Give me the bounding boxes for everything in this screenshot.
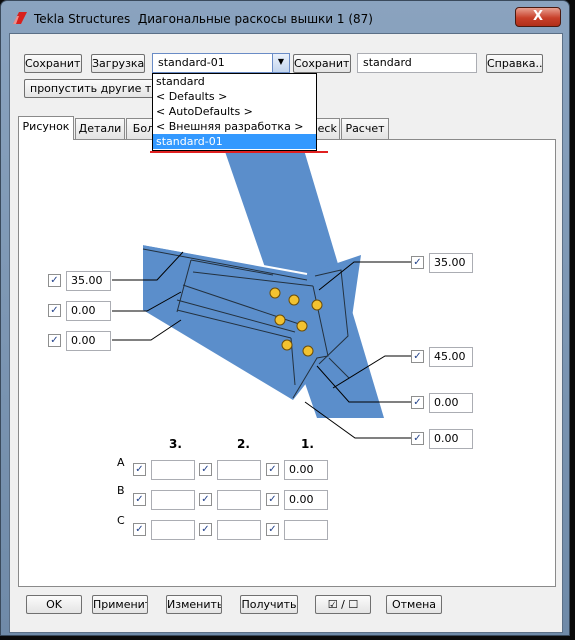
left-value-1-field[interactable]: 35.00 bbox=[66, 271, 111, 291]
load-button[interactable]: Загрузка bbox=[91, 54, 145, 73]
grid-checkbox[interactable]: ✓ bbox=[199, 493, 212, 506]
window-title: Tekla Structures Диагональные раскосы вы… bbox=[34, 12, 373, 26]
left-value-3-checkbox[interactable]: ✓ bbox=[48, 334, 61, 347]
get-button[interactable]: Получить bbox=[240, 595, 298, 614]
column-header-1: 1. bbox=[301, 437, 314, 451]
preset-combo-value: standard-01 bbox=[158, 56, 225, 69]
grid-field-c2[interactable] bbox=[217, 520, 261, 540]
dialog-window: Tekla Structures Диагональные раскосы вы… bbox=[0, 0, 570, 636]
grid-field-a3[interactable] bbox=[151, 460, 195, 480]
right-value-4-checkbox[interactable]: ✓ bbox=[411, 432, 424, 445]
row-label-b: B bbox=[117, 484, 125, 497]
grid-checkbox[interactable]: ✓ bbox=[133, 523, 146, 536]
grid-checkbox[interactable]: ✓ bbox=[266, 463, 279, 476]
grid-field-b1[interactable]: 0.00 bbox=[284, 490, 328, 510]
save-as-name-field[interactable]: standard bbox=[357, 53, 477, 73]
title-bar[interactable]: Tekla Structures Диагональные раскосы вы… bbox=[1, 1, 569, 33]
grid-checkbox[interactable]: ✓ bbox=[133, 493, 146, 506]
grid-checkbox[interactable]: ✓ bbox=[266, 523, 279, 536]
dropdown-item[interactable]: standard bbox=[153, 74, 316, 89]
help-button[interactable]: Справка... bbox=[486, 54, 543, 73]
tab-calculation[interactable]: Расчет bbox=[341, 118, 389, 139]
grid-checkbox[interactable]: ✓ bbox=[199, 463, 212, 476]
dropdown-item[interactable]: < Defaults > bbox=[153, 89, 316, 104]
grid-field-b2[interactable] bbox=[217, 490, 261, 510]
grid-checkbox[interactable]: ✓ bbox=[266, 493, 279, 506]
preset-combo[interactable]: standard-01 ▼ bbox=[152, 53, 290, 73]
dialog-title: Диагональные раскосы вышки 1 (87) bbox=[137, 12, 373, 26]
dialog-client: Сохранить Загрузка standard-01 ▼ Сохрани… bbox=[9, 33, 563, 633]
grid-field-b3[interactable] bbox=[151, 490, 195, 510]
toggle-all-checkboxes-button[interactable]: ☑ / ☐ bbox=[315, 595, 371, 614]
save-as-button[interactable]: Сохранить как bbox=[293, 54, 351, 73]
grid-checkbox[interactable]: ✓ bbox=[133, 463, 146, 476]
tab-parts[interactable]: Детали bbox=[75, 118, 125, 139]
dropdown-item[interactable]: < Внешняя разработка > bbox=[153, 119, 316, 134]
cancel-button[interactable]: Отмена bbox=[386, 595, 442, 614]
app-name: Tekla Structures bbox=[34, 12, 131, 26]
right-value-4-field[interactable]: 0.00 bbox=[429, 429, 473, 449]
right-value-1-checkbox[interactable]: ✓ bbox=[411, 256, 424, 269]
tekla-logo-icon bbox=[13, 12, 27, 24]
row-label-a: A bbox=[117, 456, 125, 469]
modify-button[interactable]: Изменить bbox=[166, 595, 222, 614]
right-value-3-checkbox[interactable]: ✓ bbox=[411, 396, 424, 409]
picture-tab-panel: ✓ 35.00 ✓ 0.00 ✓ 0.00 ✓ 35.00 ✓ 45.00 ✓ … bbox=[18, 139, 556, 587]
column-header-3: 3. bbox=[169, 437, 182, 451]
apply-button[interactable]: Применить bbox=[92, 595, 148, 614]
tab-picture[interactable]: Рисунок bbox=[18, 116, 74, 140]
grid-field-a2[interactable] bbox=[217, 460, 261, 480]
left-value-1-checkbox[interactable]: ✓ bbox=[48, 274, 61, 287]
grid-field-c1[interactable] bbox=[284, 520, 328, 540]
grid-field-c3[interactable] bbox=[151, 520, 195, 540]
save-button[interactable]: Сохранить bbox=[24, 54, 82, 73]
right-value-3-field[interactable]: 0.00 bbox=[429, 393, 473, 413]
row-label-c: C bbox=[117, 514, 125, 527]
right-value-1-field[interactable]: 35.00 bbox=[429, 253, 473, 273]
ok-button[interactable]: OK bbox=[26, 595, 82, 614]
left-value-3-field[interactable]: 0.00 bbox=[66, 331, 111, 351]
annotation-underline bbox=[150, 151, 328, 153]
preset-dropdown-list: standard < Defaults > < AutoDefaults > <… bbox=[152, 73, 317, 151]
close-button[interactable]: X bbox=[515, 7, 561, 27]
left-value-2-field[interactable]: 0.00 bbox=[66, 301, 111, 321]
dropdown-item[interactable]: < AutoDefaults > bbox=[153, 104, 316, 119]
column-header-2: 2. bbox=[237, 437, 250, 451]
left-value-2-checkbox[interactable]: ✓ bbox=[48, 304, 61, 317]
dropdown-item-selected[interactable]: standard-01 bbox=[153, 134, 316, 149]
chevron-down-icon[interactable]: ▼ bbox=[272, 54, 289, 72]
grid-field-a1[interactable]: 0.00 bbox=[284, 460, 328, 480]
right-value-2-field[interactable]: 45.00 bbox=[429, 347, 473, 367]
grid-checkbox[interactable]: ✓ bbox=[199, 523, 212, 536]
right-value-2-checkbox[interactable]: ✓ bbox=[411, 350, 424, 363]
skip-other-types-button[interactable]: пропустить другие типы bbox=[24, 79, 154, 98]
